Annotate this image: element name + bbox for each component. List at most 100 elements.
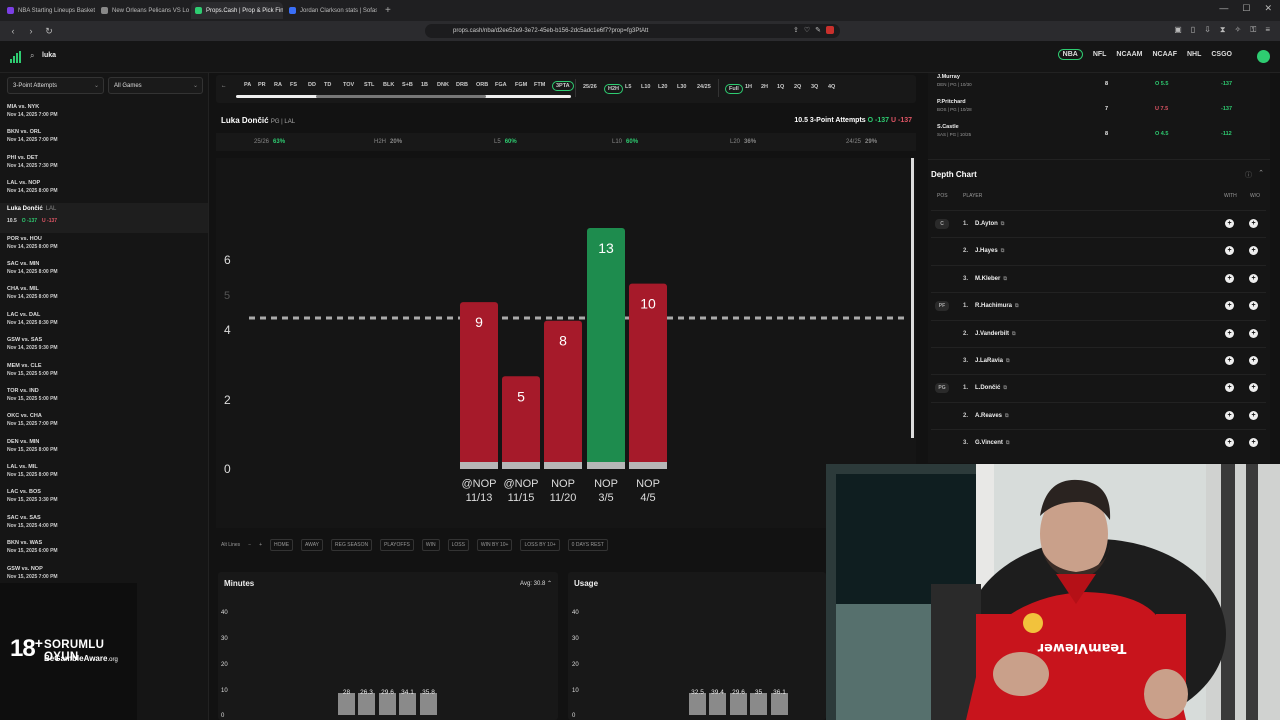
range-filter[interactable]: L20	[658, 84, 667, 90]
search-input[interactable]: luka	[42, 52, 56, 59]
chart-bar[interactable]: 5	[502, 376, 540, 469]
browser-tab[interactable]: Jordan Clarkson stats | Sofascore✕	[285, 2, 377, 19]
game-item[interactable]: LAC vs. BOS Nov 15, 2025 3:30 PM	[0, 486, 208, 511]
share-icon[interactable]: ⇪	[793, 26, 799, 34]
avatar[interactable]	[1257, 50, 1270, 63]
game-filter-button[interactable]: LOSS	[447, 539, 469, 551]
period-filter[interactable]: 4Q	[828, 84, 835, 90]
line-minus-button[interactable]: −	[248, 542, 251, 548]
game-filter-button[interactable]: WIN BY 10+	[476, 539, 513, 551]
mini-bar[interactable]	[338, 693, 355, 715]
external-link-icon[interactable]: ⧉	[1006, 358, 1010, 364]
without-toggle-button[interactable]: +	[1249, 273, 1258, 283]
vpn-icon[interactable]: ⚿	[1250, 25, 1256, 35]
back-icon[interactable]: ‹	[8, 26, 18, 36]
extension-icon[interactable]	[826, 26, 834, 34]
props-cash-logo[interactable]	[10, 51, 21, 63]
game-item[interactable]: MIA vs. NYK Nov 14, 2025 7:00 PM	[0, 101, 208, 126]
stat-filter-td[interactable]: TD	[324, 82, 331, 88]
with-toggle-button[interactable]: +	[1225, 219, 1234, 228]
without-toggle-button[interactable]: +	[1249, 219, 1258, 228]
without-toggle-button[interactable]: +	[1249, 328, 1258, 338]
back-arrow-icon[interactable]: ←	[221, 83, 227, 89]
search-icon[interactable]: ⌕	[30, 51, 34, 61]
game-filter-button[interactable]: LOSS BY 10+	[520, 539, 560, 551]
chart-bar[interactable]: 13	[587, 228, 625, 469]
league-tab[interactable]: NFL	[1093, 51, 1107, 60]
mini-bar[interactable]	[379, 693, 396, 715]
chart-bar[interactable]: 8	[544, 320, 582, 469]
menu-icon[interactable]: ≡	[1265, 25, 1270, 35]
similar-player-row[interactable]: S.Castle SAS | PG | 10/25 8 O 4.5 -112	[937, 123, 1262, 147]
external-link-icon[interactable]: ⧉	[1001, 248, 1005, 254]
stat-filter-3pta[interactable]: 3PTA	[552, 81, 574, 91]
similar-player-row[interactable]: J.Murray DEN | PG | 10/30 8 O 5.5 -137	[937, 73, 1262, 97]
stat-select[interactable]: 3-Point Attempts ⌄	[7, 77, 104, 94]
maximize-icon[interactable]: ☐	[1242, 3, 1250, 14]
stat-filter-blk[interactable]: BLK	[383, 82, 394, 88]
period-filter[interactable]: 2Q	[794, 84, 801, 90]
with-toggle-button[interactable]: +	[1225, 273, 1234, 283]
chevron-up-icon[interactable]: ⌃	[1258, 169, 1264, 177]
external-link-icon[interactable]: ⧉	[1012, 331, 1016, 337]
without-toggle-button[interactable]: +	[1249, 246, 1258, 256]
without-toggle-button[interactable]: +	[1249, 410, 1258, 420]
info-icon[interactable]: ⓘ	[1245, 170, 1252, 180]
wallet-icon[interactable]: ▣	[1174, 25, 1182, 35]
similar-player-row[interactable]: P.Pritchard BOS | PG | 10/28 7 U 7.5 -137	[937, 98, 1262, 122]
stat-filter-1b[interactable]: 1B	[421, 82, 428, 88]
hit-rate-item[interactable]: L5 60%	[494, 139, 517, 145]
period-filter[interactable]: Full	[725, 84, 743, 94]
hit-rate-item[interactable]: L20 36%	[730, 139, 756, 145]
game-item[interactable]: DEN vs. MIN Nov 15, 2025 8:00 PM	[0, 436, 208, 461]
bookmark-icon[interactable]: ♡	[804, 26, 810, 34]
chart-scrollbar[interactable]	[911, 158, 914, 438]
mini-bar[interactable]	[730, 693, 747, 715]
stat-filter-ftm[interactable]: FTM	[534, 82, 545, 88]
without-toggle-button[interactable]: +	[1249, 383, 1258, 393]
extensions-icon[interactable]: ✧	[1235, 25, 1242, 35]
mini-bar[interactable]	[358, 693, 375, 715]
game-item[interactable]: SAC vs. MIN Nov 14, 2025 8:00 PM	[0, 258, 208, 283]
game-item[interactable]: CHA vs. MIL Nov 14, 2025 8:00 PM	[0, 283, 208, 308]
range-filter[interactable]: 25/26	[583, 84, 597, 90]
stat-filter-ra[interactable]: RA	[274, 82, 282, 88]
game-item[interactable]: MEM vs. CLE Nov 15, 2025 5:00 PM	[0, 360, 208, 385]
range-filter[interactable]: 24/25	[697, 84, 711, 90]
stat-filter-tov[interactable]: TOV	[343, 82, 354, 88]
stat-filter-dnk[interactable]: DNK	[437, 82, 449, 88]
game-item[interactable]: OKC vs. CHA Nov 15, 2025 7:00 PM	[0, 410, 208, 435]
with-toggle-button[interactable]: +	[1225, 438, 1234, 448]
league-tab[interactable]: NBA	[1057, 49, 1083, 60]
stat-filter-fgm[interactable]: FGM	[515, 82, 527, 88]
stat-filter-pr[interactable]: PR	[258, 82, 266, 88]
game-filter-button[interactable]: AWAY	[301, 539, 324, 551]
period-filter[interactable]: 2H	[761, 84, 768, 90]
chart-bar[interactable]: 10	[629, 283, 667, 469]
history-icon[interactable]: ⧗	[1220, 25, 1226, 35]
league-tab[interactable]: CSGO	[1211, 51, 1232, 60]
without-toggle-button[interactable]: +	[1249, 356, 1258, 365]
stat-filter-fga[interactable]: FGA	[495, 82, 507, 88]
stat-filter-pa[interactable]: PA	[244, 82, 251, 88]
range-filter[interactable]: H2H	[604, 84, 624, 94]
hit-rate-item[interactable]: 24/25 29%	[846, 139, 877, 145]
address-bar[interactable]: props.cash/nba/d2ee52e9-3e72-45eb-b156-2…	[425, 24, 840, 38]
external-link-icon[interactable]: ⧉	[1006, 440, 1010, 446]
with-toggle-button[interactable]: +	[1225, 301, 1234, 311]
game-filter-button[interactable]: WIN	[421, 539, 440, 551]
mini-bar[interactable]	[399, 693, 416, 715]
line-plus-button[interactable]: +	[259, 542, 262, 548]
period-filter[interactable]: 1Q	[777, 84, 784, 90]
game-item[interactable]: BKN vs. WAS Nov 15, 2025 6:00 PM	[0, 537, 208, 562]
game-filter-button[interactable]: 0 DAYS REST	[567, 539, 608, 551]
range-filter[interactable]: L5	[625, 84, 631, 90]
browser-tab[interactable]: New Orleans Pelicans VS Los Angeles✕	[97, 2, 189, 19]
downloads-icon[interactable]: ⇩	[1204, 25, 1211, 35]
external-link-icon[interactable]: ⧉	[1003, 385, 1007, 391]
mini-bar[interactable]	[420, 693, 437, 715]
stat-filter-s-b[interactable]: S+B	[402, 82, 413, 88]
game-item[interactable]: POR vs. HOU Nov 14, 2025 8:00 PM	[0, 233, 208, 258]
league-tab[interactable]: NHL	[1187, 51, 1201, 60]
mini-bar[interactable]	[709, 693, 726, 715]
